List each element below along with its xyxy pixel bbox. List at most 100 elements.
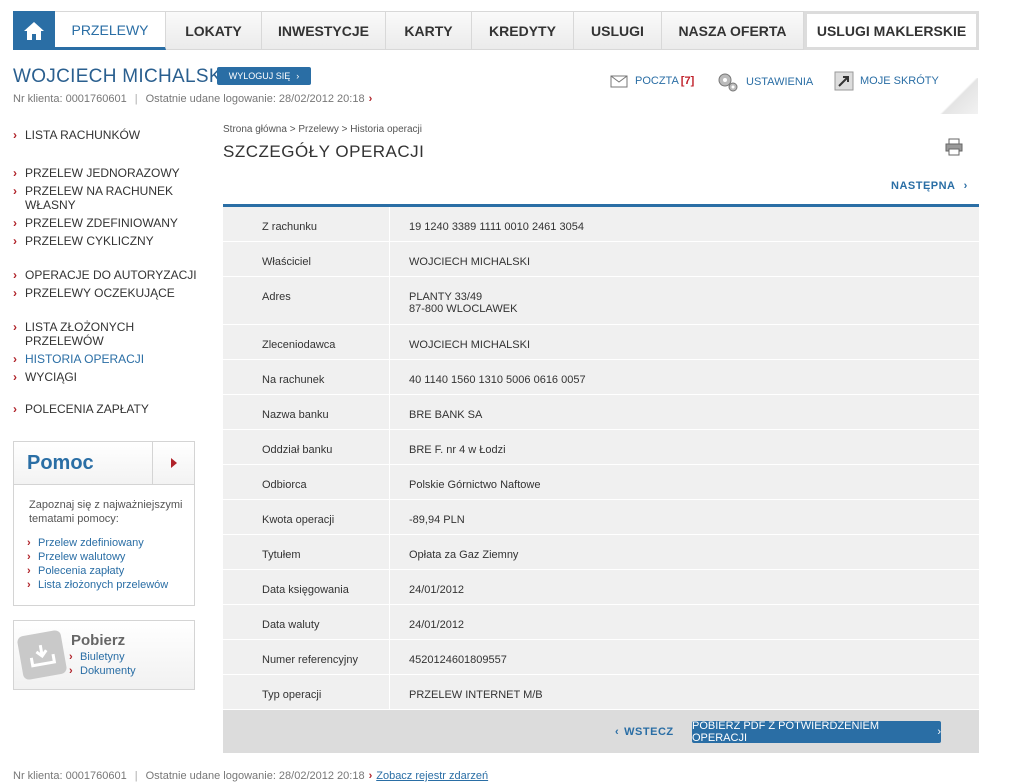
sidebar-item-historia-operacji[interactable]: › HISTORIA OPERACJI	[13, 352, 198, 366]
client-info: Nr klienta: 0001760601 | Ostatnie udane lo…	[13, 93, 373, 105]
sidebar-item-przelew-jednorazowy[interactable]: › PRZELEW JEDNORAZOWY	[13, 166, 198, 180]
last-login: Ostatnie udane logowanie: 28/02/2012 20:…	[145, 93, 365, 105]
chevron-right-icon: ›	[13, 286, 17, 300]
tab-lokaty[interactable]: LOKATY	[166, 11, 262, 50]
row-value: 19 1240 3389 1111 0010 2461 3054	[409, 221, 584, 233]
sidebar-item-wyciagi[interactable]: › WYCIĄGI	[13, 370, 198, 384]
sidebar-item-label: OPERACJE DO AUTORYZACJI	[25, 268, 197, 282]
download-pdf-button[interactable]: POBIERZ PDF Z POTWIERDZENIEM OPERACJI ›	[692, 720, 941, 744]
chevron-right-icon: ›	[13, 320, 17, 334]
table-row: Na rachunek 40 1140 1560 1310 5006 0616 0…	[223, 360, 979, 395]
table-row: Oddział banku BRE F. nr 4 w Łodzi	[223, 430, 979, 465]
row-value: WOJCIECH MICHALSKI	[409, 339, 531, 351]
chevron-right-icon: ›	[13, 184, 17, 198]
row-value: WOJCIECH MICHALSKI	[409, 256, 531, 268]
row-value: 40 1140 1560 1310 5006 0616 0057	[409, 374, 586, 386]
chevron-right-icon: ›	[13, 128, 17, 142]
table-row: Data księgowania 24/01/2012	[223, 570, 979, 605]
print-button[interactable]	[945, 138, 963, 161]
table-row: Nazwa banku BRE BANK SA	[223, 395, 979, 430]
sidebar-item-polecenia-zaplaty[interactable]: › POLECENIA ZAPŁATY	[13, 402, 198, 416]
row-label: Kwota operacji	[223, 500, 390, 534]
sidebar-item-przelewy-oczekujace[interactable]: › PRZELEWY OCZEKUJĄCE	[13, 286, 198, 300]
help-link[interactable]: › Przelew walutowy	[27, 550, 194, 564]
table-row: Tytułem Opłata za Gaz Ziemny	[223, 535, 979, 570]
sidebar-item-label: LISTA RACHUNKÓW	[25, 128, 141, 142]
details-table: Z rachunku 19 1240 3389 1111 0010 2461 30…	[223, 204, 979, 710]
poczta-link[interactable]: POCZTA [7]	[609, 71, 694, 91]
chevron-right-icon: ›	[27, 551, 31, 563]
footer-last-login: Ostatnie udane logowanie: 28/02/2012 20:…	[145, 770, 365, 782]
sidebar-item-label: PRZELEW JEDNORAZOWY	[25, 166, 180, 180]
footer-client-info: Nr klienta: 0001760601 | Ostatnie udane lo…	[13, 770, 489, 782]
events-log-link[interactable]: Zobacz rejestr zdarzeń	[376, 770, 488, 782]
moje-skroty-link[interactable]: MOJE SKRÓTY	[834, 71, 939, 91]
gear-icon	[718, 73, 738, 92]
sidebar-item-lista-rachunkow[interactable]: › LISTA RACHUNKÓW	[13, 128, 198, 142]
row-label: Nazwa banku	[223, 395, 390, 429]
row-label: Odbiorca	[223, 465, 390, 499]
table-row: Typ operacji PRZELEW INTERNET M/B	[223, 675, 979, 710]
tab-nasza-oferta[interactable]: NASZA OFERTA	[662, 11, 804, 50]
help-link-label: Przelew walutowy	[38, 551, 126, 563]
chevron-right-icon: ›	[13, 268, 17, 282]
chevron-right-icon: ›	[27, 537, 31, 549]
moje-skroty-label: MOJE SKRÓTY	[860, 75, 939, 87]
sidebar-item-operacje-do-autoryzacji[interactable]: › OPERACJE DO AUTORYZACJI	[13, 268, 198, 282]
next-label: NASTĘPNA	[891, 180, 956, 192]
row-value: PRZELEW INTERNET M/B	[409, 689, 543, 701]
download-link-biuletyny[interactable]: › Biuletyny	[69, 650, 136, 664]
help-link[interactable]: › Lista złożonych przelewów	[27, 578, 194, 592]
row-label: Tytułem	[223, 535, 390, 569]
tab-karty[interactable]: KARTY	[386, 11, 472, 50]
row-value: -89,94 PLN	[409, 514, 465, 526]
tab-przelewy[interactable]: PRZELEWY	[55, 11, 166, 50]
help-text: Zapoznaj się z najważniejszymi tematami …	[29, 499, 183, 525]
page-curl-decoration	[940, 78, 978, 114]
table-row: Data waluty 24/01/2012	[223, 605, 979, 640]
download-title: Pobierz	[71, 632, 126, 649]
shortcut-arrow-icon	[834, 71, 854, 91]
ustawienia-link[interactable]: USTAWIENIA	[716, 71, 813, 93]
download-link-dokumenty[interactable]: › Dokumenty	[69, 664, 136, 678]
row-label: Z rachunku	[223, 207, 390, 241]
help-link[interactable]: › Przelew zdefiniowany	[27, 536, 194, 550]
row-value: BRE BANK SA	[409, 409, 483, 421]
back-label: WSTECZ	[624, 726, 674, 738]
breadcrumb[interactable]: Strona główna > Przelewy > Historia oper…	[223, 124, 422, 135]
sidebar-item-label: POLECENIA ZAPŁATY	[25, 402, 149, 416]
chevron-right-icon: ›	[69, 651, 73, 663]
footer-client-number: Nr klienta: 0001760601	[13, 770, 127, 782]
home-icon	[24, 21, 44, 40]
row-label: Adres	[223, 277, 390, 324]
chevron-right-icon[interactable]: ›	[369, 93, 373, 105]
table-row: Kwota operacji -89,94 PLN	[223, 500, 979, 535]
help-title: Pomoc	[27, 452, 94, 474]
sidebar-item-label: PRZELEW ZDEFINIOWANY	[25, 216, 178, 230]
sidebar-item-label: HISTORIA OPERACJI	[25, 352, 145, 366]
download-link-label: Dokumenty	[80, 665, 136, 677]
logout-button[interactable]: WYLOGUJ SIĘ ›	[217, 67, 311, 85]
page-title: SZCZEGÓŁY OPERACJI	[223, 142, 425, 161]
row-label: Typ operacji	[223, 675, 390, 709]
chevron-right-icon: ›	[13, 216, 17, 230]
sidebar-item-przelew-cykliczny[interactable]: › PRZELEW CYKLICZNY	[13, 234, 198, 248]
sidebar-item-przelew-zdefiniowany[interactable]: › PRZELEW ZDEFINIOWANY	[13, 216, 198, 230]
chevron-right-icon: ›	[368, 770, 373, 782]
home-button[interactable]	[13, 11, 55, 50]
client-number: Nr klienta: 0001760601	[13, 93, 127, 105]
help-open-button[interactable]	[152, 442, 194, 484]
help-link-label: Przelew zdefiniowany	[38, 537, 144, 549]
tab-uslugi[interactable]: USLUGI	[574, 11, 662, 50]
sidebar-item-przelew-wlasny[interactable]: › PRZELEW NA RACHUNEK WŁASNY	[13, 184, 198, 212]
back-button[interactable]: ‹ WSTECZ	[615, 726, 674, 738]
next-button[interactable]: NASTĘPNA ›	[891, 180, 968, 192]
tab-kredyty[interactable]: KREDYTY	[472, 11, 574, 50]
row-value: 24/01/2012	[409, 584, 465, 596]
row-value: BRE F. nr 4 w Łodzi	[409, 444, 506, 456]
logout-label: WYLOGUJ SIĘ	[228, 71, 291, 81]
tab-inwestycje[interactable]: INWESTYCJE	[262, 11, 386, 50]
tab-uslugi-maklerskie[interactable]: USLUGI MAKLERSKIE	[804, 11, 979, 50]
help-link[interactable]: › Polecenia zapłaty	[27, 564, 194, 578]
sidebar-item-lista-zlozonych-przelewow[interactable]: › LISTA ZŁOŻONYCH PRZELEWÓW	[13, 320, 198, 348]
